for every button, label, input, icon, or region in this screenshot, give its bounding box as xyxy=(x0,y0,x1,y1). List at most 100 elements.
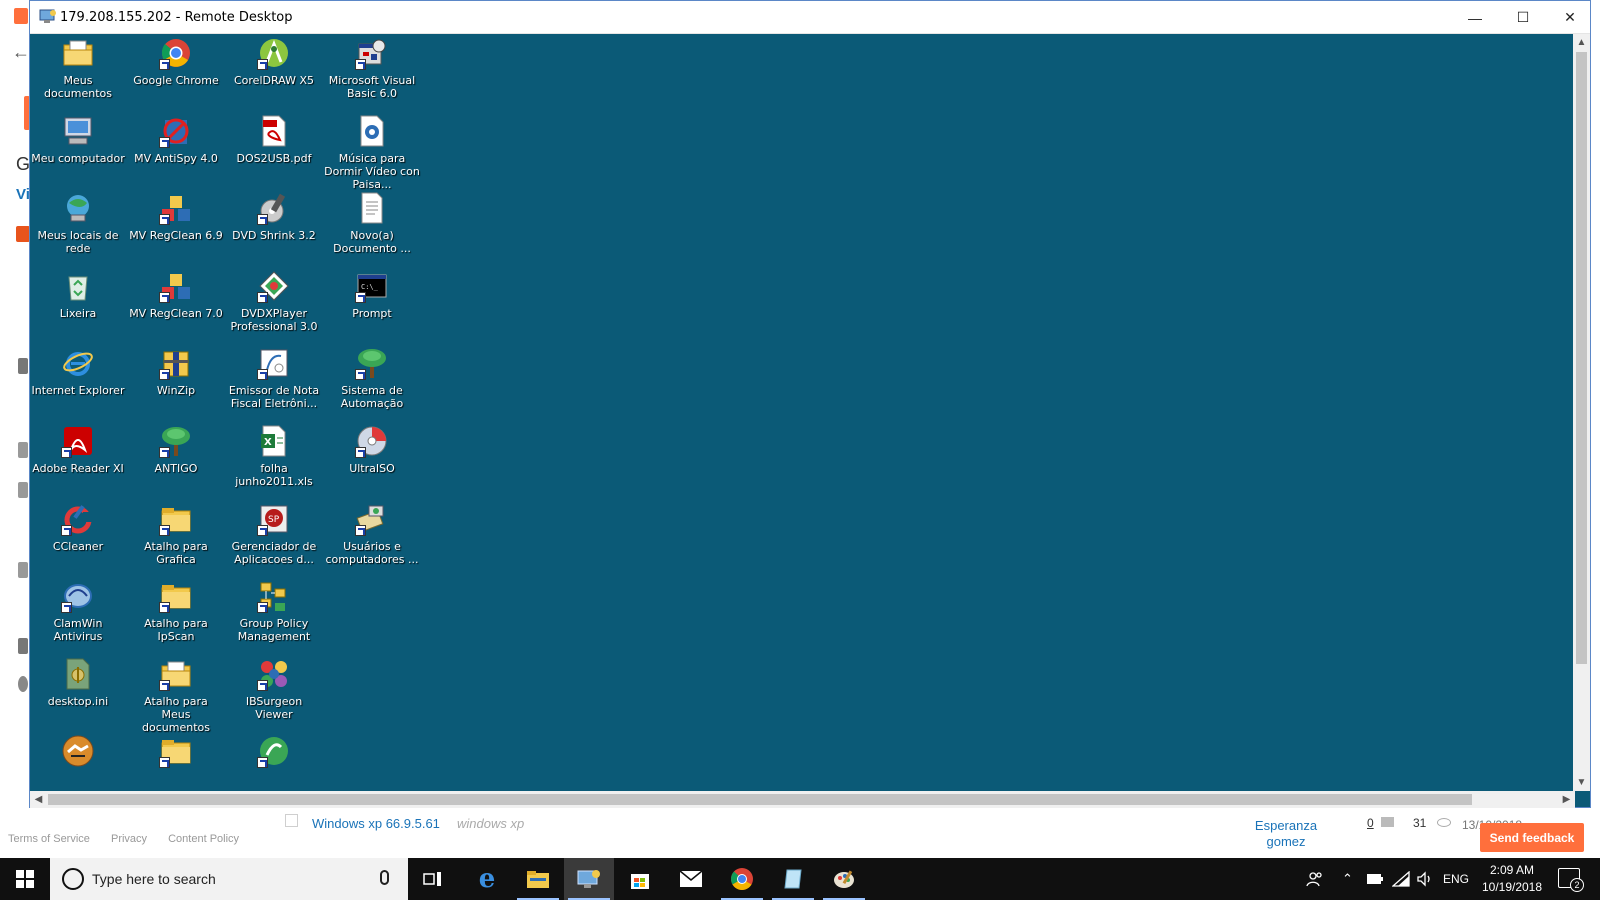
people-icon[interactable] xyxy=(1306,858,1324,900)
desktop-icon[interactable]: Meus locais de rede xyxy=(30,189,126,267)
desktop-icon[interactable]: Meus documentos xyxy=(30,34,126,112)
desktop-icon[interactable]: ANTIGO xyxy=(128,422,224,500)
wifi-icon[interactable] xyxy=(1392,858,1410,900)
desktop-icon[interactable]: Internet Explorer xyxy=(30,344,126,422)
notes-app-taskbar-icon[interactable] xyxy=(768,858,818,900)
mail-taskbar-icon[interactable] xyxy=(666,858,716,900)
remote-desktop-icon xyxy=(39,9,57,24)
desktop-icon[interactable]: C:\_ Prompt xyxy=(324,267,420,345)
terms-link[interactable]: Terms of Service xyxy=(8,833,90,845)
desktop-icon[interactable]: Lixeira xyxy=(30,267,126,345)
comment-count[interactable]: 0 xyxy=(1367,816,1374,830)
desktop-icon[interactable] xyxy=(226,732,322,791)
desktop-icon-label: Emissor de Nota Fiscal Eletrôni... xyxy=(228,384,320,411)
desktop-icon[interactable]: CCleaner xyxy=(30,500,126,578)
edge-taskbar-icon[interactable]: e xyxy=(462,858,512,900)
vertical-scrollbar[interactable]: ▲ ▼ xyxy=(1573,34,1590,791)
desktop-icon[interactable]: MV RegClean 7.0 xyxy=(128,267,224,345)
desktop-icon[interactable]: Sistema de Automação xyxy=(324,344,420,422)
post-title-link[interactable]: Windows xp 66.9.5.61 xyxy=(312,816,440,831)
clock-time: 2:09 AM xyxy=(1489,863,1535,877)
desktop-icon-label: MV AntiSpy 4.0 xyxy=(134,151,218,165)
desktop-icon[interactable]: WinZip xyxy=(128,344,224,422)
store-taskbar-icon[interactable] xyxy=(615,858,665,900)
vertical-scroll-thumb[interactable] xyxy=(1576,52,1587,664)
partial-heading: G xyxy=(16,154,31,174)
row-checkbox[interactable] xyxy=(285,814,298,827)
desktop-icon[interactable] xyxy=(128,732,224,791)
coreldraw-icon xyxy=(257,36,291,70)
desktop-icon[interactable]: IBSurgeon Viewer xyxy=(226,655,322,733)
horizontal-scrollbar[interactable]: ◀ ▶ xyxy=(30,791,1575,808)
desktop-icon[interactable]: MV AntiSpy 4.0 xyxy=(128,112,224,190)
battery-icon[interactable] xyxy=(1366,858,1384,900)
desktop-icon[interactable]: Xfolha junho2011.xls xyxy=(226,422,322,500)
desktop-icon[interactable]: ClamWin Antivirus xyxy=(30,577,126,655)
task-view-button[interactable] xyxy=(408,858,458,900)
desktop-icon[interactable]: Música para Dormir Vídeo con Paisa... xyxy=(324,112,420,191)
svg-text:SP: SP xyxy=(268,515,280,525)
remote-desktop-area[interactable]: Meus documentos Google Chrome CorelDRAW X5… xyxy=(30,34,1575,791)
desktop-icon[interactable]: Meu computador xyxy=(30,112,126,190)
show-hidden-icons-chevron-icon[interactable]: ⌃ xyxy=(1342,858,1353,900)
shortcut-arrow-icon xyxy=(159,136,170,148)
desktop-icon[interactable]: desktop.ini xyxy=(30,655,126,733)
paint-taskbar-icon[interactable] xyxy=(819,858,869,900)
taskbar-search[interactable]: Type here to search xyxy=(50,858,408,900)
desktop-icon[interactable]: MV RegClean 6.9 xyxy=(128,189,224,267)
desktop-icon[interactable]: UltraISO xyxy=(324,422,420,500)
command-prompt-icon: C:\_ xyxy=(355,269,389,303)
desktop-icon-label: IBSurgeon Viewer xyxy=(245,694,303,721)
scroll-right-icon[interactable]: ▶ xyxy=(1558,791,1575,808)
back-arrow-icon[interactable]: ← xyxy=(12,42,30,63)
file-explorer-taskbar-icon[interactable] xyxy=(513,858,563,900)
volume-icon[interactable] xyxy=(1416,858,1434,900)
content-policy-link[interactable]: Content Policy xyxy=(168,833,239,845)
eye-icon xyxy=(1437,818,1451,827)
desktop-icon[interactable]: Atalho para Grafica xyxy=(128,500,224,578)
desktop-icon[interactable]: Atalho para IpScan xyxy=(128,577,224,655)
desktop-icon[interactable]: Google Chrome xyxy=(128,34,224,112)
scroll-down-icon[interactable]: ▼ xyxy=(1573,774,1590,791)
partial-link[interactable]: Vi xyxy=(16,186,30,203)
maximize-button[interactable]: ☐ xyxy=(1500,1,1546,34)
tree-icon xyxy=(355,346,389,381)
desktop-icon[interactable]: CorelDRAW X5 xyxy=(226,34,322,112)
title-bar[interactable]: 179.208.155.202 - Remote Desktop — ☐ ✕ xyxy=(30,1,1590,34)
send-feedback-button[interactable]: Send feedback xyxy=(1480,823,1584,852)
microphone-icon[interactable] xyxy=(380,870,389,885)
minimize-button[interactable]: — xyxy=(1452,1,1498,34)
desktop-icon[interactable]: Adobe Reader XI xyxy=(30,422,126,500)
desktop-icon-label: desktop.ini xyxy=(47,694,109,708)
notification-count-badge: 2 xyxy=(1570,878,1584,892)
scroll-left-icon[interactable]: ◀ xyxy=(30,791,47,808)
shortcut-arrow-icon xyxy=(355,447,366,458)
start-button[interactable] xyxy=(0,858,50,900)
desktop-icon[interactable]: DOS2USB.pdf xyxy=(226,112,322,190)
shortcut-arrow-icon xyxy=(257,59,268,70)
group-policy-icon xyxy=(257,579,291,614)
desktop-icon[interactable]: Emissor de Nota Fiscal Eletrôni... xyxy=(226,344,322,422)
desktop-icon[interactable]: Usuários e computadores ... xyxy=(324,500,420,578)
desktop-icon[interactable] xyxy=(30,732,126,791)
desktop-icon[interactable]: SP Gerenciador de Aplicacoes d... xyxy=(226,500,322,578)
remote-desktop-taskbar-icon[interactable] xyxy=(564,858,614,900)
desktop-icon[interactable]: Microsoft Visual Basic 6.0 xyxy=(324,34,420,112)
desktop-icon[interactable]: DVDXPlayer Professional 3.0 xyxy=(226,267,322,345)
desktop-icon[interactable]: Novo(a) Documento ... xyxy=(324,189,420,267)
desktop-icon[interactable]: Group Policy Management xyxy=(226,577,322,655)
input-language[interactable]: ENG xyxy=(1443,858,1469,900)
taskbar-clock[interactable]: 2:09 AM 10/19/2018 xyxy=(1472,862,1552,896)
privacy-link[interactable]: Privacy xyxy=(111,833,147,845)
desktop-icon[interactable]: Atalho para Meus documentos xyxy=(128,655,224,734)
desktop-icon[interactable]: DVD Shrink 3.2 xyxy=(226,189,322,267)
text-document-icon xyxy=(355,191,389,225)
scroll-up-icon[interactable]: ▲ xyxy=(1573,34,1590,51)
chrome-taskbar-icon[interactable] xyxy=(717,858,767,900)
side-icon xyxy=(18,638,28,654)
ccleaner-icon xyxy=(61,502,95,536)
close-button[interactable]: ✕ xyxy=(1547,1,1593,34)
post-author-link[interactable]: Esperanza gomez xyxy=(1246,818,1326,850)
desktop-icon-label: Meu computador xyxy=(31,151,125,165)
horizontal-scroll-thumb[interactable] xyxy=(48,794,1472,805)
